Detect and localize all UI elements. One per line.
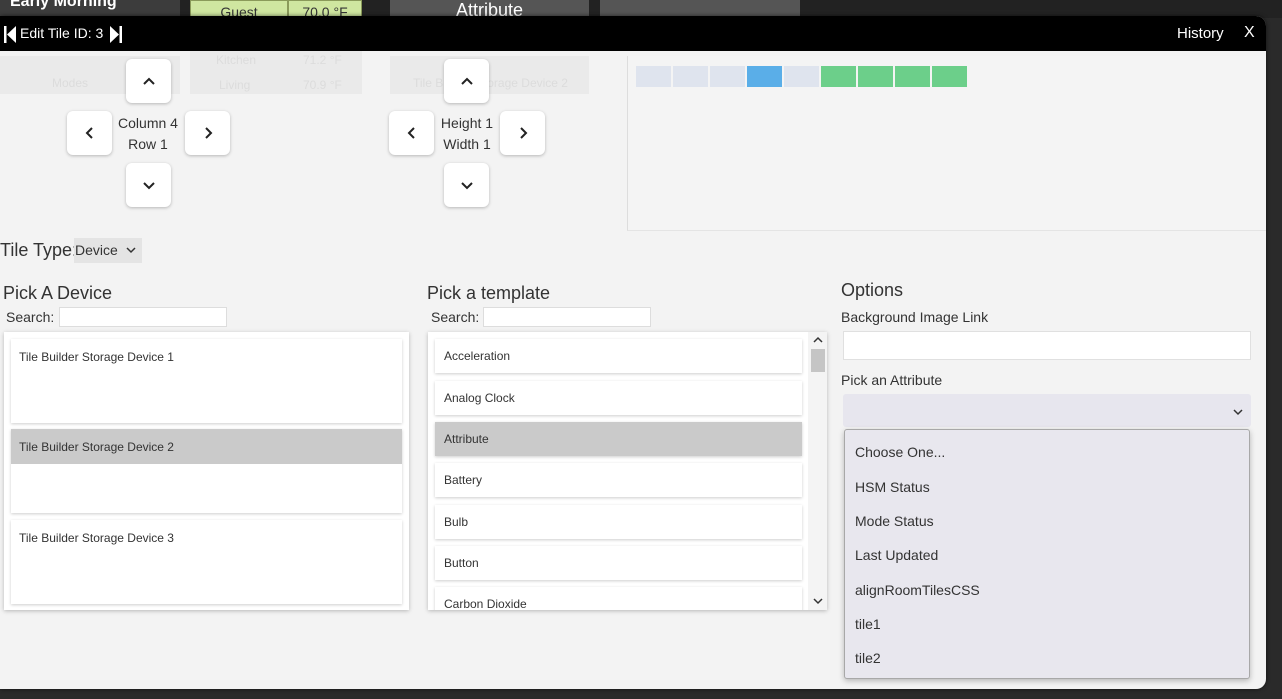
- chevron-left-icon: [407, 127, 415, 139]
- attribute-label: Pick an Attribute: [841, 372, 943, 388]
- attribute-option[interactable]: Last Updated: [855, 547, 938, 563]
- modal-titlebar: Edit Tile ID: 3 History X: [0, 16, 1266, 51]
- height-label: Height 1: [440, 115, 494, 131]
- tile-type-select[interactable]: Device: [74, 238, 142, 263]
- height-down-button[interactable]: [444, 163, 489, 207]
- device-item-3[interactable]: Tile Builder Storage Device 3: [11, 520, 402, 604]
- history-button[interactable]: History: [1177, 25, 1224, 42]
- pick-template-title: Pick a template: [427, 283, 551, 303]
- chevron-down-icon: [142, 182, 155, 190]
- bg-image-label: Background Image Link: [841, 309, 989, 325]
- chevron-down-icon: [126, 247, 136, 254]
- preview-cell-occupied[interactable]: [858, 66, 893, 87]
- tile-type-label: Tile Type:: [0, 240, 78, 260]
- modal-title: Edit Tile ID: 3: [20, 25, 104, 41]
- preview-cell-occupied[interactable]: [932, 66, 967, 87]
- preview-cell-occupied[interactable]: [895, 66, 930, 87]
- last-tile-icon[interactable]: [110, 26, 122, 43]
- preview-cell-occupied[interactable]: [821, 66, 856, 87]
- chevron-down-icon: [460, 182, 473, 190]
- attribute-option[interactable]: tile1: [855, 616, 881, 632]
- height-up-button[interactable]: [444, 59, 489, 103]
- template-item[interactable]: Carbon Dioxide: [435, 587, 802, 610]
- column-right-button[interactable]: [185, 111, 230, 155]
- chevron-down-icon: [1233, 409, 1243, 416]
- device-search-label: Search:: [6, 309, 55, 325]
- attribute-select[interactable]: [843, 394, 1251, 427]
- ghost-kitchen-temp: 71.2 °F: [303, 53, 342, 67]
- chevron-right-icon: [519, 127, 527, 139]
- chevron-right-icon: [204, 127, 212, 139]
- template-search-label: Search:: [431, 309, 480, 325]
- ghost-modes-label: Modes: [52, 76, 89, 90]
- template-item[interactable]: Analog Clock: [435, 381, 802, 415]
- options-title: Options: [841, 280, 904, 300]
- attribute-dropdown: Choose One... HSM Status Mode Status Las…: [844, 429, 1250, 679]
- width-label: Width 1: [443, 136, 491, 152]
- device-list: Tile Builder Storage Device 1 Tile Build…: [4, 332, 409, 610]
- layout-preview: [627, 56, 1266, 231]
- first-tile-icon[interactable]: [4, 26, 16, 43]
- scroll-up-icon[interactable]: [812, 335, 824, 345]
- preview-cell[interactable]: [710, 66, 745, 87]
- template-item[interactable]: Bulb: [435, 505, 802, 539]
- template-list: Acceleration Analog Clock Attribute Batt…: [428, 332, 827, 610]
- bg-image-input[interactable]: [843, 331, 1251, 360]
- width-right-button[interactable]: [500, 111, 545, 155]
- chevron-up-icon: [460, 77, 473, 85]
- close-button[interactable]: X: [1244, 24, 1255, 42]
- ghost-kitchen: Kitchen: [216, 53, 257, 67]
- chevron-up-icon: [142, 77, 155, 85]
- ghost-living-temp: 70.9 °F: [303, 78, 342, 92]
- template-item[interactable]: Button: [435, 546, 802, 580]
- attribute-option[interactable]: tile2: [855, 650, 881, 666]
- scroll-down-icon[interactable]: [812, 596, 824, 606]
- preview-cell[interactable]: [636, 66, 671, 87]
- column-label: Column 4: [118, 115, 178, 131]
- tile-type-value: Device: [75, 242, 118, 258]
- preview-cell[interactable]: [784, 66, 819, 87]
- device-item-1[interactable]: Tile Builder Storage Device 1: [11, 339, 402, 423]
- template-search-input[interactable]: [483, 307, 651, 327]
- edit-tile-modal: Edit Tile ID: 3 History X Modes Kitchen …: [0, 16, 1266, 689]
- chevron-left-icon: [85, 127, 93, 139]
- device-item-2[interactable]: Tile Builder Storage Device 2: [11, 429, 402, 513]
- attribute-option[interactable]: Choose One...: [855, 444, 945, 460]
- attribute-option[interactable]: alignRoomTilesCSS: [855, 582, 980, 598]
- ghost-storage-label: Tile Builder Storage Device 2: [413, 76, 568, 90]
- preview-cell-selected[interactable]: [747, 66, 782, 87]
- preview-cell[interactable]: [673, 66, 708, 87]
- row-down-button[interactable]: [126, 163, 171, 207]
- row-up-button[interactable]: [126, 59, 171, 103]
- pick-device-title: Pick A Device: [3, 283, 113, 303]
- template-item[interactable]: Acceleration: [435, 339, 802, 373]
- device-search-input[interactable]: [59, 307, 227, 327]
- ghost-living: Living: [219, 78, 251, 92]
- template-item-selected[interactable]: Attribute: [435, 422, 802, 456]
- column-left-button[interactable]: [67, 111, 112, 155]
- row-label: Row 1: [128, 136, 168, 152]
- attribute-option[interactable]: Mode Status: [855, 513, 934, 529]
- template-item[interactable]: Battery: [435, 463, 802, 497]
- template-scrollbar[interactable]: [808, 332, 827, 610]
- scrollbar-thumb[interactable]: [811, 349, 825, 372]
- attribute-option[interactable]: HSM Status: [855, 479, 930, 495]
